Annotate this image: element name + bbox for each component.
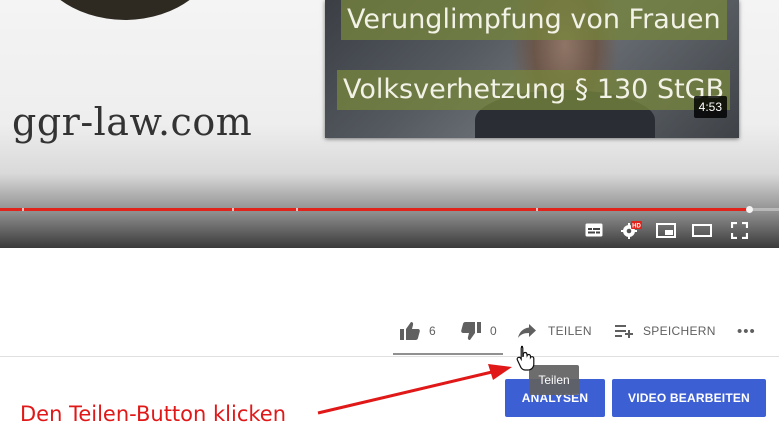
annotation-text: Den Teilen-Button klicken (20, 402, 287, 426)
annotation-arrow (317, 364, 512, 415)
youtube-video-page: ggr-law.com Verunglimpfung von Frauen Vo… (0, 0, 779, 448)
hand-cursor-icon (516, 345, 535, 371)
